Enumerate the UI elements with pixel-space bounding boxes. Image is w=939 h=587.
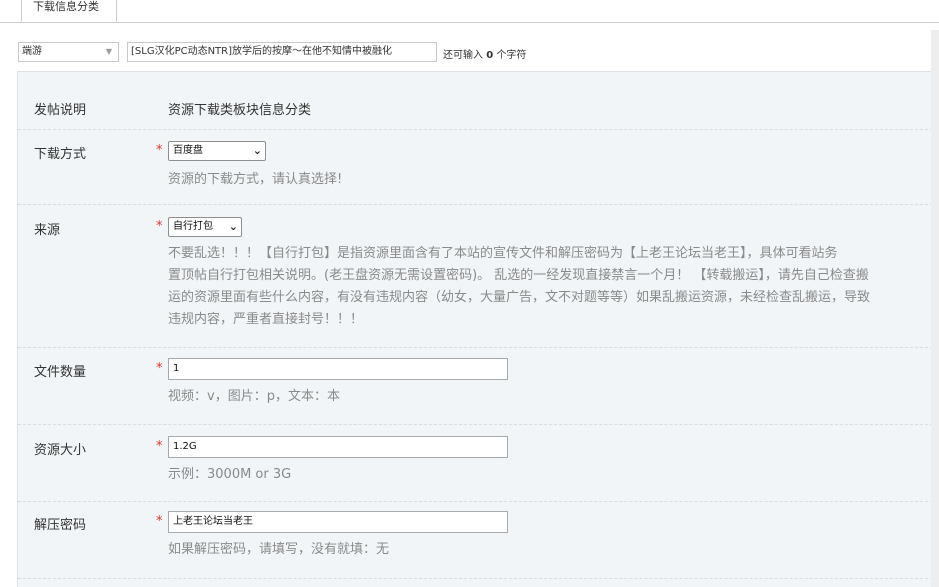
size-hint: 示例：3000M or 3G [168, 467, 292, 482]
source-label: 来源 [34, 223, 61, 238]
required-mark: * [156, 514, 163, 529]
size-label: 资源大小 [34, 443, 87, 458]
tab-bar: 下载信息分类 [0, 0, 939, 23]
download-hint: 资源的下载方式，请认真选择! [168, 172, 343, 187]
password-label: 解压密码 [34, 518, 87, 533]
file-count-label: 文件数量 [34, 365, 87, 380]
remaining-chars: 还可输入 0 个字符 [443, 50, 527, 61]
password-hint: 如果解压密码，请填写，没有就填：无 [168, 542, 390, 557]
download-method-select[interactable]: 百度盘 ⌄ [168, 141, 266, 161]
file-count-input[interactable]: 1 [168, 358, 508, 380]
required-mark: * [156, 361, 163, 376]
intro-value: 资源下载类板块信息分类 [168, 103, 312, 118]
form-row-size: 资源大小 * 1.2G 示例：3000M or 3G [18, 425, 939, 502]
subject-input[interactable]: [SLG汉化PC动态NTR]放学后的按摩～在他不知情中被融化 [127, 42, 437, 62]
chevron-down-icon: ▼ [105, 47, 112, 56]
download-label: 下载方式 [34, 147, 87, 162]
thread-type-select[interactable]: 端游 ▼ [18, 42, 119, 62]
chevron-down-icon: ⌄ [252, 144, 262, 157]
thread-type-value: 端游 [22, 46, 42, 57]
form-row-intro: 发帖说明 资源下载类板块信息分类 [18, 72, 939, 130]
category-form-panel: 发帖说明 资源下载类板块信息分类 下载方式 * 百度盘 ⌄ 资源的下载方式，请认… [17, 71, 939, 587]
chevron-down-icon: ⌄ [228, 220, 238, 233]
file-count-hint: 视频：v，图片：p，文本：本 [168, 389, 340, 404]
remaining-count: 0 [486, 50, 494, 61]
scrollbar-track[interactable] [931, 30, 939, 587]
required-mark: * [156, 143, 163, 158]
source-select[interactable]: 自行打包 ⌄ [168, 217, 242, 237]
intro-label: 发帖说明 [34, 103, 87, 118]
password-input[interactable]: 上老王论坛当老王 [168, 511, 508, 533]
form-row-source: 来源 * 自行打包 ⌄ 不要乱选！！！【自行打包】是指资源里面含有了本站的宣传文… [18, 205, 939, 348]
post-editor-page: 下载信息分类 端游 ▼ [SLG汉化PC动态NTR]放学后的按摩～在他不知情中被… [0, 0, 939, 587]
required-mark: * [156, 439, 163, 454]
tab-download-category[interactable]: 下载信息分类 [21, 0, 117, 22]
size-input[interactable]: 1.2G [168, 436, 508, 458]
required-mark: * [156, 219, 163, 234]
source-hint: 不要乱选！！！【自行打包】是指资源里面含有了本站的宣传文件和解压密码为【上老王论… [168, 246, 871, 327]
title-row: 端游 ▼ [SLG汉化PC动态NTR]放学后的按摩～在他不知情中被融化 还可输入… [0, 40, 939, 64]
form-row-file-count: 文件数量 * 1 视频：v，图片：p，文本：本 [18, 348, 939, 425]
form-row-password: 解压密码 * 上老王论坛当老王 如果解压密码，请填写，没有就填：无 [18, 502, 939, 579]
form-row-download: 下载方式 * 百度盘 ⌄ 资源的下载方式，请认真选择! [18, 130, 939, 205]
